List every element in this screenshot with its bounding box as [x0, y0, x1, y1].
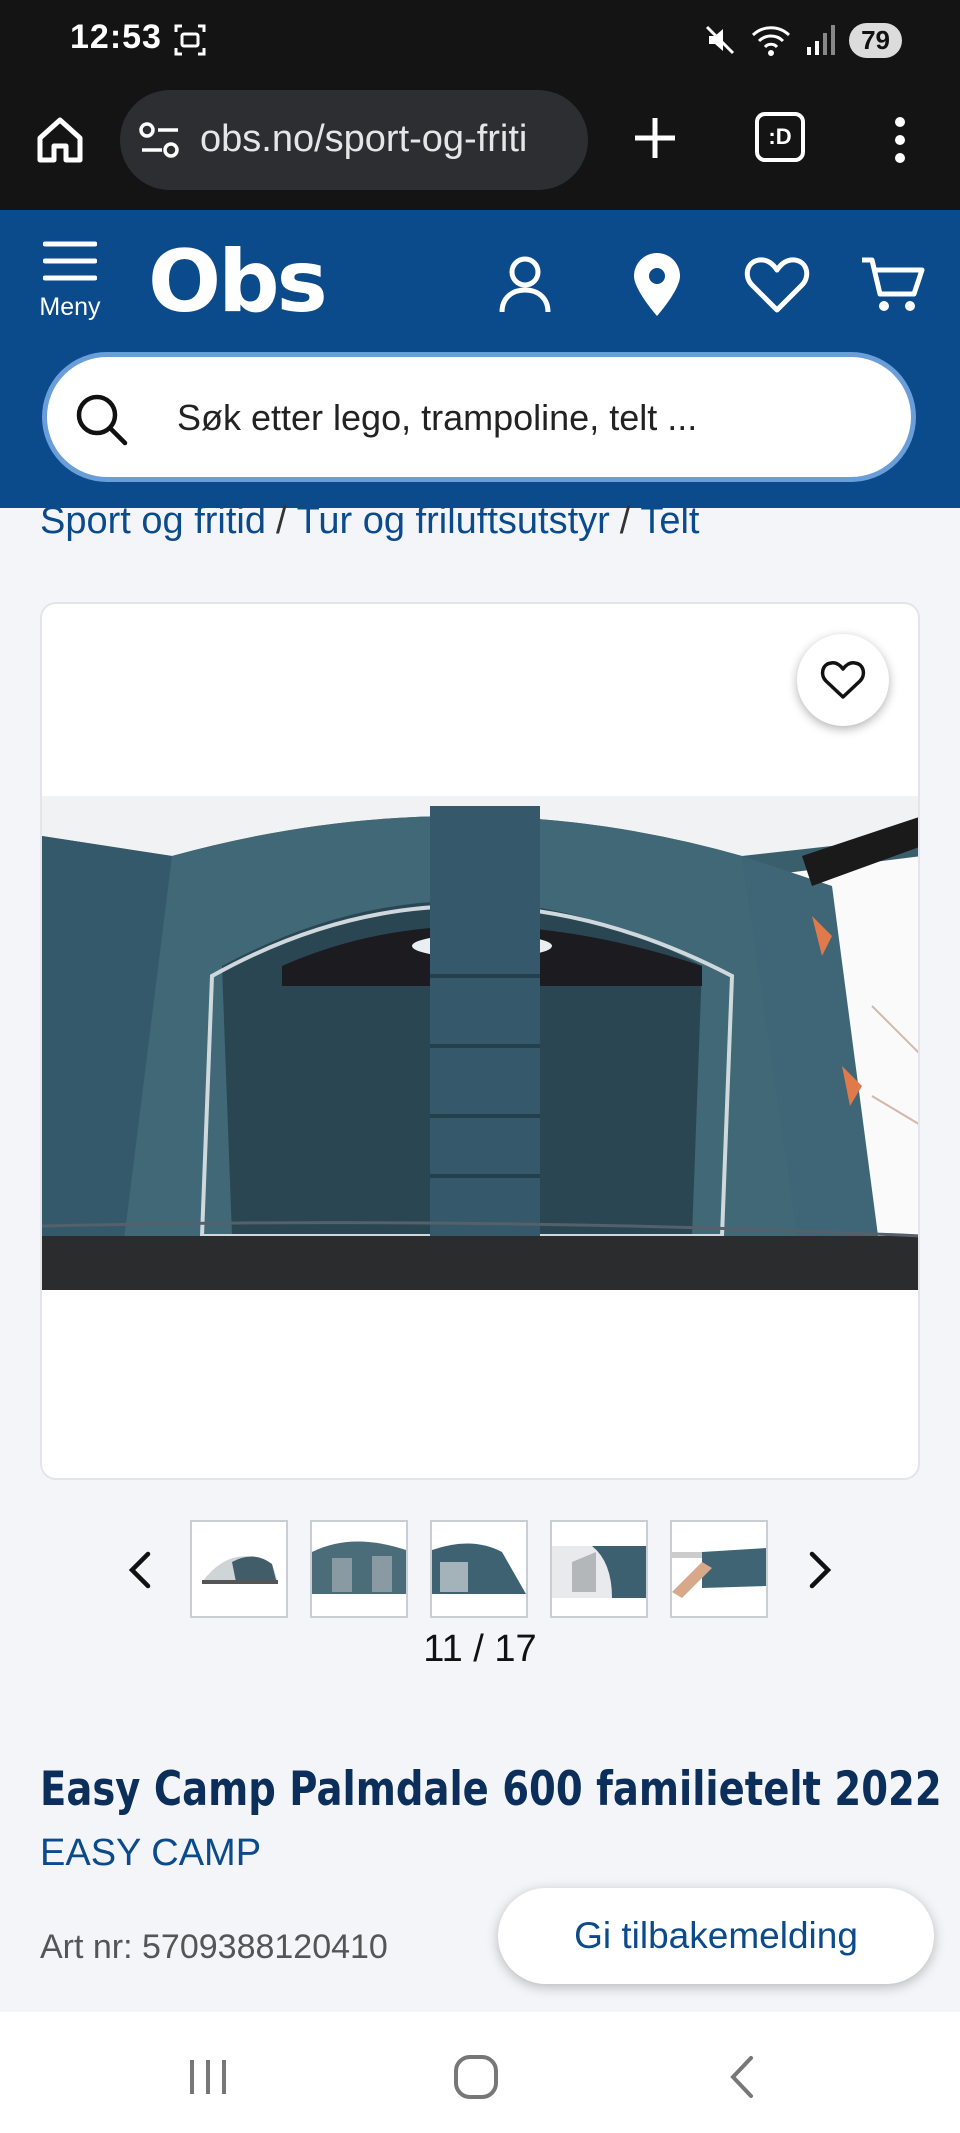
account-icon[interactable] [490, 250, 560, 320]
battery-indicator: 79 [849, 22, 902, 58]
site-header: Meny Obs Søk etter lego, trampoline, tel… [0, 210, 960, 508]
heart-icon [820, 661, 866, 699]
thumbnail-image[interactable] [430, 1520, 528, 1618]
product-title: Easy Camp Palmdale 600 familietelt 2022 [40, 1762, 942, 1817]
new-tab-icon[interactable] [625, 108, 685, 168]
thumbnail-tent-image [672, 1522, 766, 1616]
home-nav-icon[interactable] [446, 2052, 506, 2102]
breadcrumb-separator: / [619, 500, 631, 542]
chevron-right-icon[interactable] [800, 1548, 840, 1592]
status-icons: 79 [703, 18, 902, 62]
store-location-icon[interactable] [622, 250, 692, 320]
cart-icon[interactable] [858, 250, 928, 320]
obs-logo[interactable]: Obs [148, 232, 328, 332]
status-bar: 12:53 79 [0, 0, 960, 80]
thumbnail-image[interactable] [190, 1520, 288, 1618]
breadcrumb-separator: / [276, 500, 287, 542]
search-placeholder: Søk etter lego, trampoline, telt ... [177, 397, 698, 438]
system-navigation-bar [0, 2012, 960, 2133]
search-input[interactable]: Søk etter lego, trampoline, telt ... [42, 352, 916, 482]
wifi-icon [752, 26, 791, 56]
thumbnail-image[interactable] [550, 1520, 648, 1618]
breadcrumb: Sport og fritid / Tur og friluftsutstyr / Te… [40, 500, 700, 543]
site-settings-icon[interactable] [138, 120, 182, 160]
tab-switcher-button[interactable]: :D [755, 112, 805, 162]
menu-label: Meny [39, 293, 101, 321]
breadcrumb-link-tur[interactable]: Tur og friluftsutstyr [297, 500, 610, 542]
thumbnail-tent-image [552, 1522, 646, 1616]
product-image-card[interactable] [40, 602, 920, 1480]
more-options-icon[interactable] [880, 110, 920, 170]
screenshot-icon [174, 24, 206, 56]
back-nav-icon[interactable] [715, 2052, 775, 2102]
product-image-tent[interactable] [42, 796, 920, 1290]
thumbnail-tent-image [192, 1522, 286, 1616]
search-icon [76, 394, 128, 446]
address-bar[interactable]: obs.no/sport-og-friti [120, 90, 588, 190]
add-to-favorites-button[interactable] [797, 634, 889, 726]
thumbnail-image[interactable] [310, 1520, 408, 1618]
thumbnail-tent-image [432, 1522, 526, 1616]
hamburger-icon [42, 241, 98, 281]
product-brand-link[interactable]: EASY CAMP [40, 1832, 261, 1875]
browser-toolbar: obs.no/sport-og-friti :D [0, 80, 960, 210]
home-icon[interactable] [30, 110, 90, 170]
wishlist-heart-icon[interactable] [742, 250, 812, 320]
article-number: Art nr: 5709388120410 [40, 1928, 388, 1966]
breadcrumb-link-sport[interactable]: Sport og fritid [40, 500, 266, 542]
recent-apps-icon[interactable] [178, 2052, 238, 2102]
status-time: 12:53 [70, 18, 162, 56]
mute-icon [706, 25, 735, 55]
image-counter: 11 / 17 [423, 1628, 537, 1670]
menu-button[interactable]: Meny [30, 240, 110, 340]
url-text: obs.no/sport-og-friti [200, 118, 528, 160]
chevron-left-icon[interactable] [120, 1548, 160, 1592]
thumbnail-tent-image [312, 1522, 406, 1616]
thumbnail-strip [0, 1520, 960, 1620]
signal-icon [807, 25, 836, 55]
thumbnail-image[interactable] [670, 1520, 768, 1618]
breadcrumb-link-telt[interactable]: Telt [640, 500, 699, 542]
feedback-button[interactable]: Gi tilbakemelding [498, 1888, 934, 1984]
